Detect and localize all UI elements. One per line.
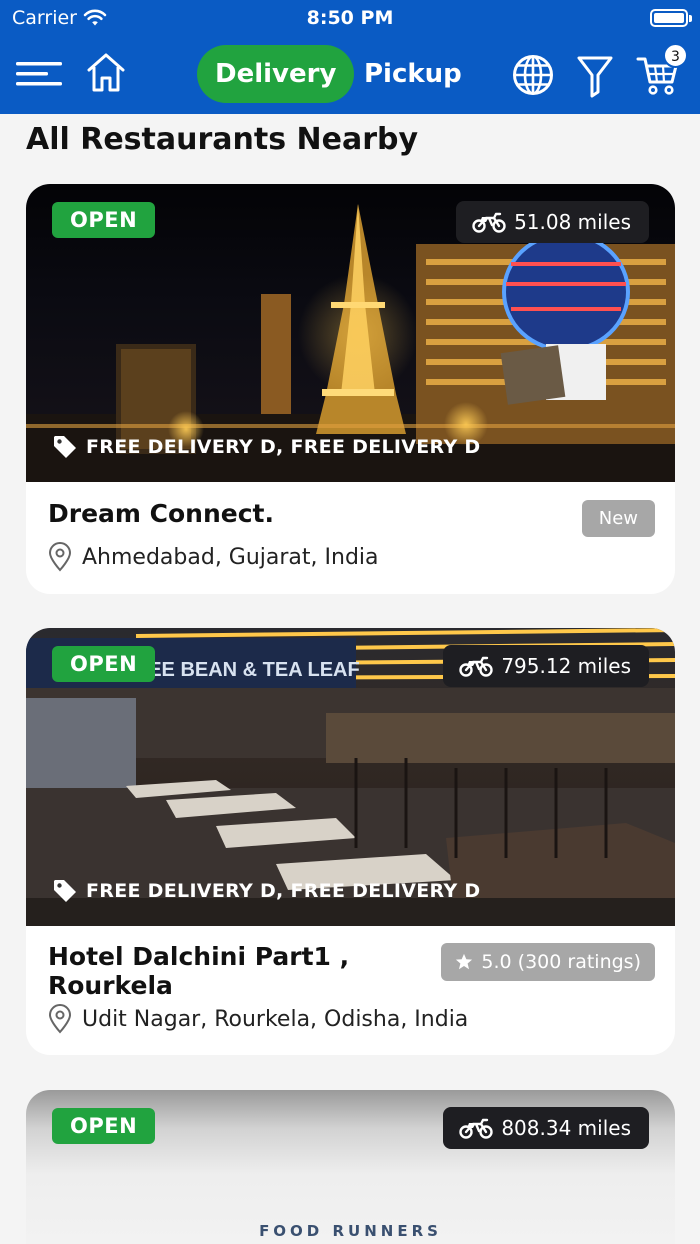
svg-text:FEE BEAN & TEA LEAF: FEE BEAN & TEA LEAF bbox=[136, 659, 360, 681]
restaurant-photo: FEE BEAN & TEA LEAF OPEN 795.12 miles FR… bbox=[26, 628, 675, 926]
restaurant-name: Dream Connect. bbox=[48, 499, 275, 528]
app-header: Carrier 8:50 PM Delivery Pickup 3 bbox=[0, 0, 700, 114]
open-status-badge: OPEN bbox=[52, 646, 156, 682]
restaurant-card[interactable]: FOOD RUNNERS OPEN 808.34 miles bbox=[26, 1090, 675, 1244]
address-text: Udit Nagar, Rourkela, Odisha, India bbox=[82, 1006, 469, 1032]
offer-label: FREE DELIVERY D, FREE DELIVERY D bbox=[52, 878, 481, 904]
distance-label: 808.34 miles bbox=[501, 1116, 631, 1140]
tab-delivery[interactable]: Delivery bbox=[197, 45, 355, 103]
distance-pill: 795.12 miles bbox=[443, 645, 649, 687]
offer-text: FREE DELIVERY D, FREE DELIVERY D bbox=[86, 436, 481, 458]
restaurant-name: Hotel Dalchini Part1 , Rourkela bbox=[48, 942, 349, 1000]
restaurant-photo: OPEN 51.08 miles FREE DELIVERY D, FREE D… bbox=[26, 184, 675, 482]
tag-icon bbox=[54, 436, 76, 458]
rating-badge: 5.0 (300 ratings) bbox=[441, 943, 655, 981]
distance-pill: 51.08 miles bbox=[456, 201, 649, 243]
open-status-badge: OPEN bbox=[52, 1108, 156, 1144]
motorbike-icon bbox=[459, 656, 494, 677]
distance-label: 795.12 miles bbox=[501, 654, 631, 678]
motorbike-icon bbox=[472, 212, 506, 233]
offer-text: FREE DELIVERY D, FREE DELIVERY D bbox=[86, 880, 481, 902]
page-title: All Restaurants Nearby bbox=[26, 122, 419, 157]
filter-icon[interactable] bbox=[576, 54, 614, 98]
tab-pickup[interactable]: Pickup bbox=[346, 45, 480, 103]
restaurant-address: Ahmedabad, Gujarat, India bbox=[48, 542, 379, 572]
restaurant-name-line2: Rourkela bbox=[48, 971, 173, 1000]
battery-icon bbox=[650, 9, 692, 27]
globe-icon[interactable] bbox=[512, 54, 554, 96]
distance-label: 51.08 miles bbox=[514, 210, 631, 234]
motorbike-icon bbox=[459, 1118, 494, 1139]
restaurant-photo: FOOD RUNNERS OPEN 808.34 miles bbox=[26, 1090, 675, 1244]
status-bar: Carrier 8:50 PM bbox=[0, 0, 700, 36]
restaurant-card[interactable]: OPEN 51.08 miles FREE DELIVERY D, FREE D… bbox=[26, 184, 675, 594]
address-text: Ahmedabad, Gujarat, India bbox=[82, 544, 379, 570]
open-status-badge: OPEN bbox=[52, 202, 156, 238]
rating-text: 5.0 (300 ratings) bbox=[481, 951, 641, 973]
home-icon[interactable] bbox=[86, 50, 126, 94]
top-nav: Delivery Pickup 3 bbox=[0, 40, 700, 110]
location-pin-icon bbox=[48, 542, 72, 572]
tag-icon bbox=[54, 880, 76, 902]
menu-icon[interactable] bbox=[16, 54, 64, 94]
offer-label: FREE DELIVERY D, FREE DELIVERY D bbox=[52, 434, 481, 460]
location-pin-icon bbox=[48, 1004, 72, 1034]
food-runners-logo: FOOD RUNNERS bbox=[259, 1222, 442, 1240]
restaurant-card[interactable]: FEE BEAN & TEA LEAF OPEN 795.12 miles FR… bbox=[26, 628, 675, 1055]
distance-pill: 808.34 miles bbox=[443, 1107, 649, 1149]
restaurant-name-line1: Hotel Dalchini Part1 , bbox=[48, 942, 350, 971]
restaurant-address: Udit Nagar, Rourkela, Odisha, India bbox=[48, 1004, 468, 1034]
clock: 8:50 PM bbox=[306, 7, 394, 29]
star-icon bbox=[456, 953, 473, 970]
new-tag: New bbox=[581, 500, 655, 537]
cart-count-badge: 3 bbox=[663, 43, 688, 68]
